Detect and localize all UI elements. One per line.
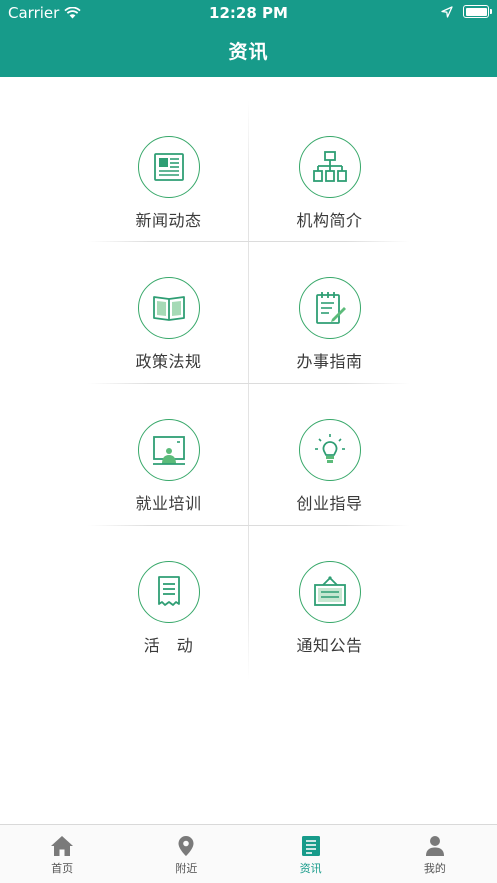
menu-item-label: 就业培训: [135, 494, 202, 513]
location-arrow-icon: [441, 5, 453, 18]
book-icon: [137, 277, 200, 339]
notepad-pen-icon: [298, 277, 361, 339]
menu-item-news[interactable]: 新闻动态: [88, 100, 249, 240]
clock: 12:28 PM: [209, 4, 288, 22]
training-board-icon: [137, 419, 200, 481]
tab-news[interactable]: 资讯: [249, 825, 373, 883]
tab-nearby[interactable]: 附近: [124, 825, 248, 883]
tab-profile[interactable]: 我的: [373, 825, 497, 883]
menu-item-label: 创业指导: [296, 494, 363, 513]
menu-item-label: 政策法规: [135, 352, 202, 371]
battery-icon: [463, 5, 492, 18]
tab-label: 资讯: [299, 862, 322, 875]
lightbulb-icon: [298, 419, 361, 481]
menu-item-policy[interactable]: 政策法规: [88, 241, 249, 381]
tab-label: 我的: [423, 862, 446, 875]
menu-item-label: 机构简介: [296, 211, 363, 230]
status-bar: Carrier 12:28 PM: [0, 0, 497, 26]
menu-item-label: 活 动: [143, 636, 194, 655]
tab-label: 附近: [175, 862, 198, 875]
news-icon: [301, 836, 320, 856]
org-chart-icon: [298, 136, 361, 198]
menu-item-organization[interactable]: 机构简介: [249, 100, 410, 240]
receipt-icon: [137, 561, 200, 623]
menu-item-guide[interactable]: 办事指南: [249, 241, 410, 381]
menu-item-startup[interactable]: 创业指导: [249, 383, 410, 523]
tab-label: 首页: [51, 862, 74, 875]
menu-item-activity[interactable]: 活 动: [88, 525, 249, 665]
menu-item-training[interactable]: 就业培训: [88, 383, 249, 523]
page-title: 资讯: [228, 41, 269, 63]
notice-board-icon: [298, 561, 361, 623]
home-icon: [51, 836, 74, 856]
user-icon: [425, 836, 444, 856]
menu-item-label: 新闻动态: [135, 211, 202, 230]
tab-home[interactable]: 首页: [0, 825, 124, 883]
menu-item-label: 办事指南: [296, 352, 363, 371]
status-right: [441, 5, 492, 18]
menu-item-label: 通知公告: [296, 636, 363, 655]
menu-item-notice[interactable]: 通知公告: [249, 525, 410, 665]
header-bar: Carrier 12:28 PM 资讯: [0, 0, 497, 77]
newspaper-icon: [137, 136, 200, 198]
menu-grid: 新闻动态 机构简介 政策法规 办事指南 就业培训 创业指导 活 动 通知公告: [88, 100, 410, 680]
location-pin-icon: [178, 836, 194, 856]
tab-bar: 首页 附近 资讯 我的: [0, 824, 497, 883]
